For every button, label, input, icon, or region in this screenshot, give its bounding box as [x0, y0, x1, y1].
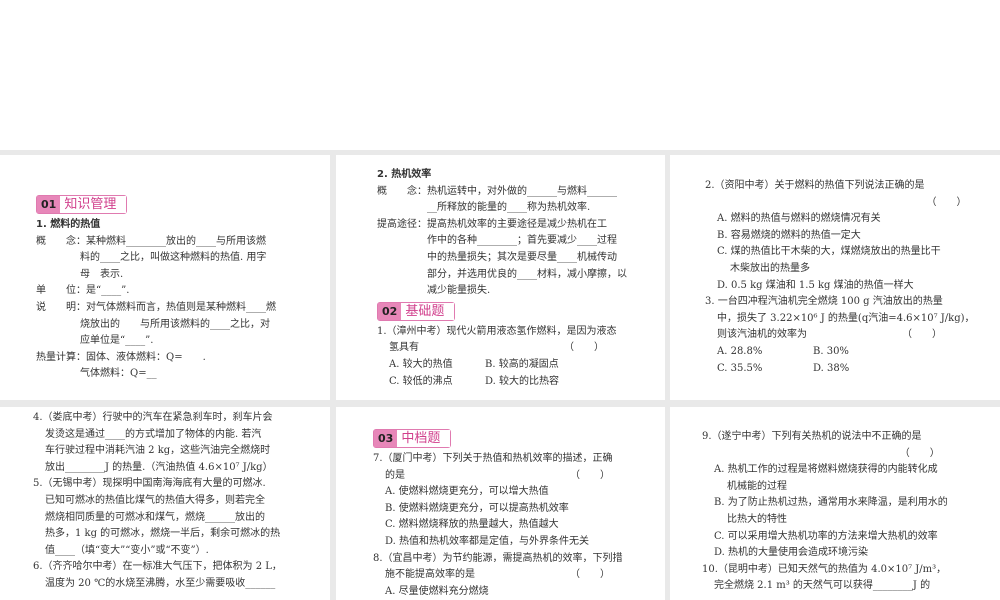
option: 比热大的特性 [727, 513, 787, 525]
option: B. 为了防止热机过热，通常用水来降温，是利用水的 [714, 497, 948, 509]
text-line: 9.（遂宁中考）下列有关热机的说法中不正确的是 [702, 431, 922, 442]
text-line: 热多，1 kg 的可燃冰，燃烧一半后，剩余可燃冰的热 [45, 528, 281, 540]
text-line: 燃烧相同质量的可燃冰和煤气，燃烧______放出的 [45, 511, 265, 523]
option: C. 35.5% [717, 362, 763, 374]
section-number: 02 [378, 302, 402, 320]
option: B. 30% [813, 345, 849, 357]
page-knowledge: 01 知识管理 1. 燃料的热值概 念：某种燃料________放出的____与所用… [0, 155, 330, 400]
text-line: 提高途径：提高热机效率的主要途径是减少热机在工 [377, 218, 607, 230]
text-line: 热量计算：固体、液体燃料：Q= . [36, 351, 206, 363]
text-line: 5.（无锡中考）现探明中国南海海底有大量的可燃冰. [33, 478, 266, 490]
option-row: C. 较低的沸点 D. 较大的比热容 [377, 374, 627, 391]
section-badge: 01 知识管理 [36, 195, 128, 214]
text-line: （ ） [899, 447, 940, 459]
page-questions-7-8: 03 中档题 7.（厦门中考）下列关于热值和热机效率的描述，正确的是 （ ） A. 使… [336, 407, 665, 600]
text-line: 作中的各种________；首先要减少____过程 [427, 235, 617, 247]
text-line: 3. 一台四冲程汽油机完全燃烧 100 g 汽油放出的热量 [705, 296, 943, 308]
option: C. 煤的热值比干木柴的大，煤燃烧放出的热量比干 [717, 246, 941, 258]
option: 木柴放出的热量多 [730, 262, 810, 274]
text-line: 完全燃烧 2.1 m³ 的天然气可以获得________J 的 [714, 580, 931, 592]
text-line: __所释放的能量的____称为热机效率. [427, 202, 591, 214]
section-heading: 2. 热机效率 [377, 169, 432, 180]
text-line: 值____（填“变大”“变小”或“不变”）. [45, 544, 209, 556]
section-number: 03 [374, 430, 398, 447]
option-row: A. 较大的热值 B. 较高的凝固点 [377, 357, 627, 374]
page-questions-2-3: 2.（资阳中考）关于燃料的热值下列说法正确的是（ ） A. 燃料的热值与燃料的燃烧… [670, 155, 1000, 400]
option: A. 热机工作的过程是将燃料燃烧获得的内能转化成 [714, 464, 938, 476]
text-line: 施不能提高效率的是 （ ） [385, 569, 610, 581]
option: A. 较大的热值 [389, 358, 453, 370]
text-line: 4.（娄底中考）行驶中的汽车在紧急刹车时，刹车片会 [33, 412, 273, 423]
option-row: A. 28.8% B. 30% [705, 344, 975, 361]
text-line: 料的____之比，叫做这种燃料的热值. 用字 [80, 252, 267, 264]
option: B. 容易燃烧的燃料的热值一定大 [717, 229, 861, 241]
section-number: 01 [37, 196, 61, 213]
text-line: 10.（昆明中考）已知天然气的热值为 4.0×10⁷ J/m³， [702, 563, 947, 575]
section-badge: 02 基础题 [377, 301, 456, 321]
page-questions-4-6: 4.（娄底中考）行驶中的汽车在紧急刹车时，刹车片会 发烫这是通过____的方式增加… [0, 407, 330, 600]
text-line: 的是 （ ） [385, 469, 610, 481]
text-line: 7.（厦门中考）下列关于热值和热机效率的描述，正确 [373, 453, 613, 464]
option: A. 燃料的热值与燃料的燃烧情况有关 [717, 213, 881, 225]
section-title: 知识管理 [60, 196, 127, 213]
text-line: 气体燃料：Q=__ [80, 368, 157, 380]
text-line: 2.（资阳中考）关于燃料的热值下列说法正确的是 [705, 180, 925, 191]
text-line: 8.（宜昌中考）为节约能源，需提高热机的效率，下列措 [373, 552, 623, 564]
option: A. 尽量使燃料充分燃烧 [385, 585, 489, 597]
option: D. 热值和热机效率都是定值，与外界条件无关 [385, 535, 590, 547]
text-line: 则该汽油机的效率为 （ ） [717, 329, 942, 341]
text-line: 烧放出的 与所用该燃料的____之比，对 [80, 318, 270, 330]
text-line: 6.（齐齐哈尔中考）在一标准大气压下，把体积为 2 L， [33, 561, 282, 573]
text-line: 已知可燃冰的热值比煤气的热值大得多，则若完全 [45, 494, 265, 506]
text-line: 氢具有 （ ） [389, 342, 604, 354]
option: D. 较大的比热容 [485, 375, 560, 387]
text-line: 概 念：某种燃料________放出的____与所用该燃 [36, 235, 266, 247]
section-title: 基础题 [401, 302, 455, 320]
option: A. 使燃料燃烧更充分，可以增大热值 [385, 486, 549, 498]
text-line: 1.（漳州中考）现代火箭用液态氢作燃料，是因为液态 [377, 325, 617, 337]
text-line: 母 表示. [80, 268, 124, 280]
option: D. 0.5 kg 煤油和 1.5 kg 煤油的热值一样大 [717, 279, 914, 291]
option: B. 较高的凝固点 [485, 358, 559, 370]
text-line: 放出________J 的热量.（汽油热值 4.6×10⁷ J/kg） [45, 461, 273, 473]
text-line: 发烫这是通过____的方式增加了物体的内能. 若汽 [45, 428, 262, 440]
text-line: 概 念：热机运转中，对外做的______与燃料______ [377, 185, 617, 197]
text-line: 中的热量损失；其次是要尽量____机械传动 [427, 251, 617, 263]
text-line: 说 明：对气体燃料而言，热值则是某种燃料____燃 [36, 301, 276, 313]
text-line: 应单位是“____”. [80, 335, 154, 347]
option: C. 可以采用增大热机功率的方法来增大热机的效率 [714, 530, 938, 542]
text-line: 车行驶过程中消耗汽油 2 kg，这些汽油完全燃烧时 [45, 445, 271, 457]
option-row: C. 35.5% D. 38% [705, 361, 975, 378]
option: 机械能的过程 [727, 480, 787, 492]
text-line: 部分，并选用优良的____材料，减小摩擦，以 [427, 268, 627, 280]
text-line: 减少能量损失. [427, 285, 491, 297]
option: C. 燃料燃烧释放的热量越大，热值越大 [385, 519, 559, 531]
option: D. 热机的大量使用会造成环境污染 [714, 547, 869, 559]
option: A. 28.8% [717, 345, 763, 357]
option: D. 38% [813, 362, 850, 374]
option: C. 较低的沸点 [389, 375, 453, 387]
section-badge: 03 中档题 [373, 429, 452, 448]
text-line: 单 位：是“____”. [36, 285, 130, 297]
option: B. 使燃料燃烧更充分，可以提高热机效率 [385, 502, 569, 514]
section-heading: 1. 燃料的热值 [36, 219, 101, 230]
page-questions-9-10: 9.（遂宁中考）下列有关热机的说法中不正确的是 （ ） A. 热机工作的过程是将燃料… [670, 407, 1000, 600]
text-line: 温度为 20 ℃的水烧至沸腾，水至少需要吸收______ [45, 577, 276, 589]
text-line: 中，损失了 3.22×10⁶ J 的热量(q汽油=4.6×10⁷ J/kg)， [717, 312, 975, 324]
section-title: 中档题 [397, 430, 451, 447]
text-line: （ ） [926, 196, 967, 208]
page-efficiency: 2. 热机效率概 念：热机运转中，对外做的______与燃料______ __所释… [336, 155, 665, 400]
